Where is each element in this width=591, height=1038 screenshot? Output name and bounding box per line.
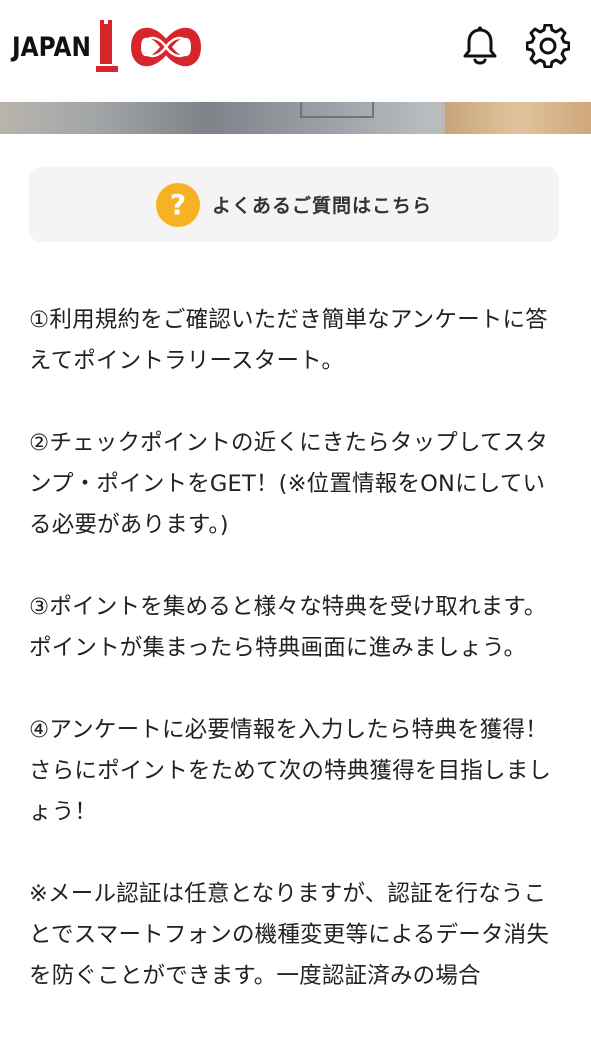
- faq-label: よくあるご質問はこちら: [211, 195, 432, 217]
- bell-icon[interactable]: [458, 24, 502, 68]
- instruction-paragraph: ②チェックポイントの近くにきたらタップしてスタンプ・ポイントをGET！(※位置情…: [29, 430, 549, 538]
- banner-decoration: [445, 102, 591, 134]
- instruction-paragraph: ④アンケートに必要情報を入力したら特典を獲得！さらにポイントをためて次の特典獲得…: [29, 717, 552, 825]
- instructions-text: ①利用規約をご確認いただき簡単なアンケートに答えてポイントラリースタート。 ②チ…: [29, 300, 559, 1038]
- app-header: JAPAN 100: [0, 0, 591, 102]
- instruction-paragraph: ③ポイントを集めると様々な特典を受け取れます。ポイントが集まったら特典画面に進み…: [29, 594, 547, 661]
- question-icon: ?: [155, 182, 200, 227]
- faq-button[interactable]: ? よくあるご質問はこちら: [29, 167, 559, 242]
- question-glyph: ?: [169, 188, 187, 221]
- logo-text: JAPAN: [12, 31, 91, 63]
- hero-banner-image: [0, 102, 591, 134]
- japan-100-logo[interactable]: JAPAN 100: [12, 18, 224, 76]
- banner-decoration: [300, 102, 374, 118]
- instruction-paragraph: ①利用規約をご確認いただき簡単なアンケートに答えてポイントラリースタート。: [29, 307, 548, 374]
- instruction-paragraph: ※メール認証は任意となりますが、認証を行なうことでスマートフォンの機種変更等によ…: [29, 881, 550, 989]
- gear-icon[interactable]: [525, 23, 571, 69]
- logo-100-mark: [95, 20, 201, 72]
